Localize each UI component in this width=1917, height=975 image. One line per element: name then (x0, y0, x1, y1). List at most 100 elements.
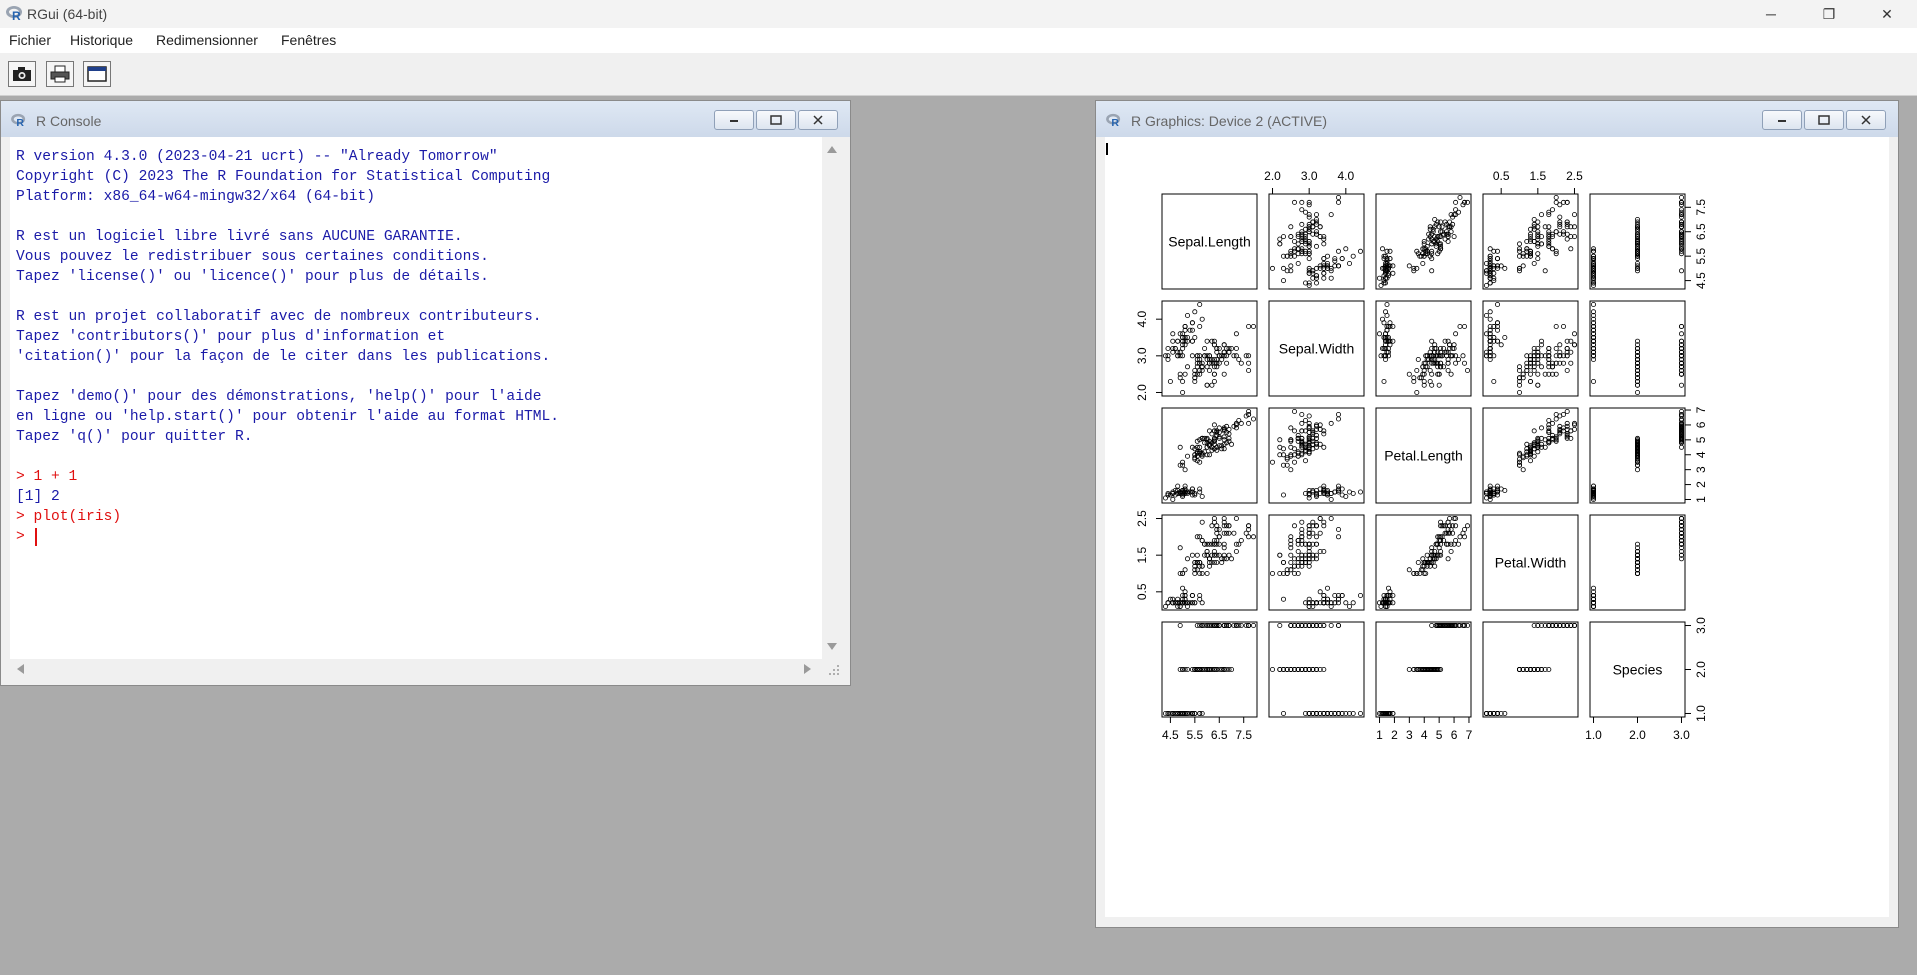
tick-label: 1.5 (1529, 169, 1546, 183)
data-point (1445, 367, 1451, 373)
tick-label: 0.5 (1493, 169, 1510, 183)
tick-label: 1 (1694, 496, 1708, 503)
data-point (1390, 338, 1396, 344)
data-point (1291, 428, 1297, 434)
graphics-canvas[interactable]: Sepal.Length Sepal.Width Petal.Length Petal… (1105, 137, 1889, 917)
tick-label: 3.0 (1694, 617, 1708, 634)
data-point (1376, 275, 1382, 281)
data-point (1414, 367, 1420, 373)
minimize-icon (730, 120, 738, 122)
data-point (1520, 467, 1526, 473)
data-point (1246, 323, 1252, 329)
graphics-minimize-button[interactable] (1762, 110, 1802, 130)
data-point (1447, 515, 1453, 521)
data-point (1233, 353, 1239, 359)
data-point (1165, 600, 1171, 606)
data-point (1487, 316, 1493, 322)
data-point (1204, 382, 1210, 388)
data-point (1420, 261, 1426, 267)
data-point (1288, 559, 1294, 565)
data-point (1170, 496, 1176, 502)
tick-label: 3.0 (1673, 728, 1690, 742)
copy-paste-button[interactable] (8, 61, 36, 87)
menu-fichier[interactable]: Fichier (9, 32, 51, 48)
tick-label: 2.0 (1264, 169, 1281, 183)
data-point (1549, 420, 1555, 426)
data-point (1439, 224, 1445, 230)
data-point (1502, 265, 1508, 271)
data-point (1233, 331, 1239, 337)
data-point (1170, 338, 1176, 344)
data-point (1406, 371, 1412, 377)
scroll-right-icon (804, 664, 811, 674)
tick-label: 5 (1694, 436, 1708, 443)
tick-label: 3 (1406, 728, 1413, 742)
data-point (1288, 552, 1294, 558)
graphics-close-button[interactable] (1846, 110, 1886, 130)
data-point (1177, 622, 1183, 628)
data-point (1491, 378, 1497, 384)
data-point (1209, 523, 1215, 529)
close-button[interactable]: ✕ (1865, 0, 1909, 28)
tick-label: 3 (1694, 466, 1708, 473)
menu-fenetres[interactable]: Fenêtres (281, 32, 336, 48)
data-point (1571, 212, 1577, 218)
data-point (1339, 492, 1345, 498)
console-horizontal-scrollbar[interactable] (10, 659, 822, 679)
data-point (1502, 334, 1508, 340)
console-vertical-scrollbar[interactable] (822, 137, 842, 659)
menu-historique[interactable]: Historique (70, 32, 133, 48)
resize-grip-icon[interactable] (827, 663, 841, 677)
data-point (1280, 278, 1286, 284)
data-point (1324, 585, 1330, 591)
console-minimize-button[interactable] (714, 110, 754, 130)
data-point (1302, 417, 1308, 423)
data-point (1246, 534, 1252, 540)
graphics-maximize-button[interactable] (1804, 110, 1844, 130)
data-point (1170, 331, 1176, 337)
data-point (1291, 408, 1297, 414)
data-point (1542, 268, 1548, 274)
data-point (1429, 622, 1435, 628)
data-point (1180, 378, 1186, 384)
data-point (1185, 312, 1191, 318)
console-output[interactable]: R version 4.3.0 (2023-04-21 ucrt) -- "Al… (10, 137, 822, 659)
tick-label: 3.0 (1301, 169, 1318, 183)
console-window-button[interactable] (83, 61, 111, 87)
tick-label: 2 (1694, 481, 1708, 488)
console-close-button[interactable] (798, 110, 838, 130)
diagonal-label: Species (1613, 662, 1663, 678)
data-point (1460, 353, 1466, 359)
tick-label: 3.0 (1135, 347, 1149, 364)
close-icon (813, 115, 823, 125)
data-point (1453, 537, 1459, 543)
data-point (1202, 345, 1208, 351)
console-title: R Console (36, 113, 102, 129)
data-point (1390, 263, 1396, 269)
data-point (1277, 552, 1283, 558)
data-point (1350, 253, 1356, 259)
data-point (1335, 416, 1341, 422)
console-maximize-button[interactable] (756, 110, 796, 130)
app-title: RGui (64-bit) (27, 6, 108, 22)
graphics-title: R Graphics: Device 2 (ACTIVE) (1131, 113, 1328, 129)
data-point (1288, 444, 1294, 450)
data-point (1189, 353, 1195, 359)
minimize-button[interactable]: ─ (1749, 0, 1793, 28)
data-point (1280, 596, 1286, 602)
data-point (1453, 199, 1459, 205)
maximize-button[interactable]: ❐ (1807, 0, 1851, 28)
data-point (1379, 246, 1385, 252)
data-point (1411, 570, 1417, 576)
data-point (1432, 563, 1438, 569)
data-point (1246, 360, 1252, 366)
tick-label: 7 (1694, 406, 1708, 413)
data-point (1317, 224, 1323, 230)
data-point (1277, 622, 1283, 628)
data-point (1238, 420, 1244, 426)
data-point (1553, 411, 1559, 417)
print-button[interactable] (46, 61, 74, 87)
data-point (1429, 338, 1435, 344)
data-point (1231, 530, 1237, 536)
menu-redimensionner[interactable]: Redimensionner (156, 32, 258, 48)
